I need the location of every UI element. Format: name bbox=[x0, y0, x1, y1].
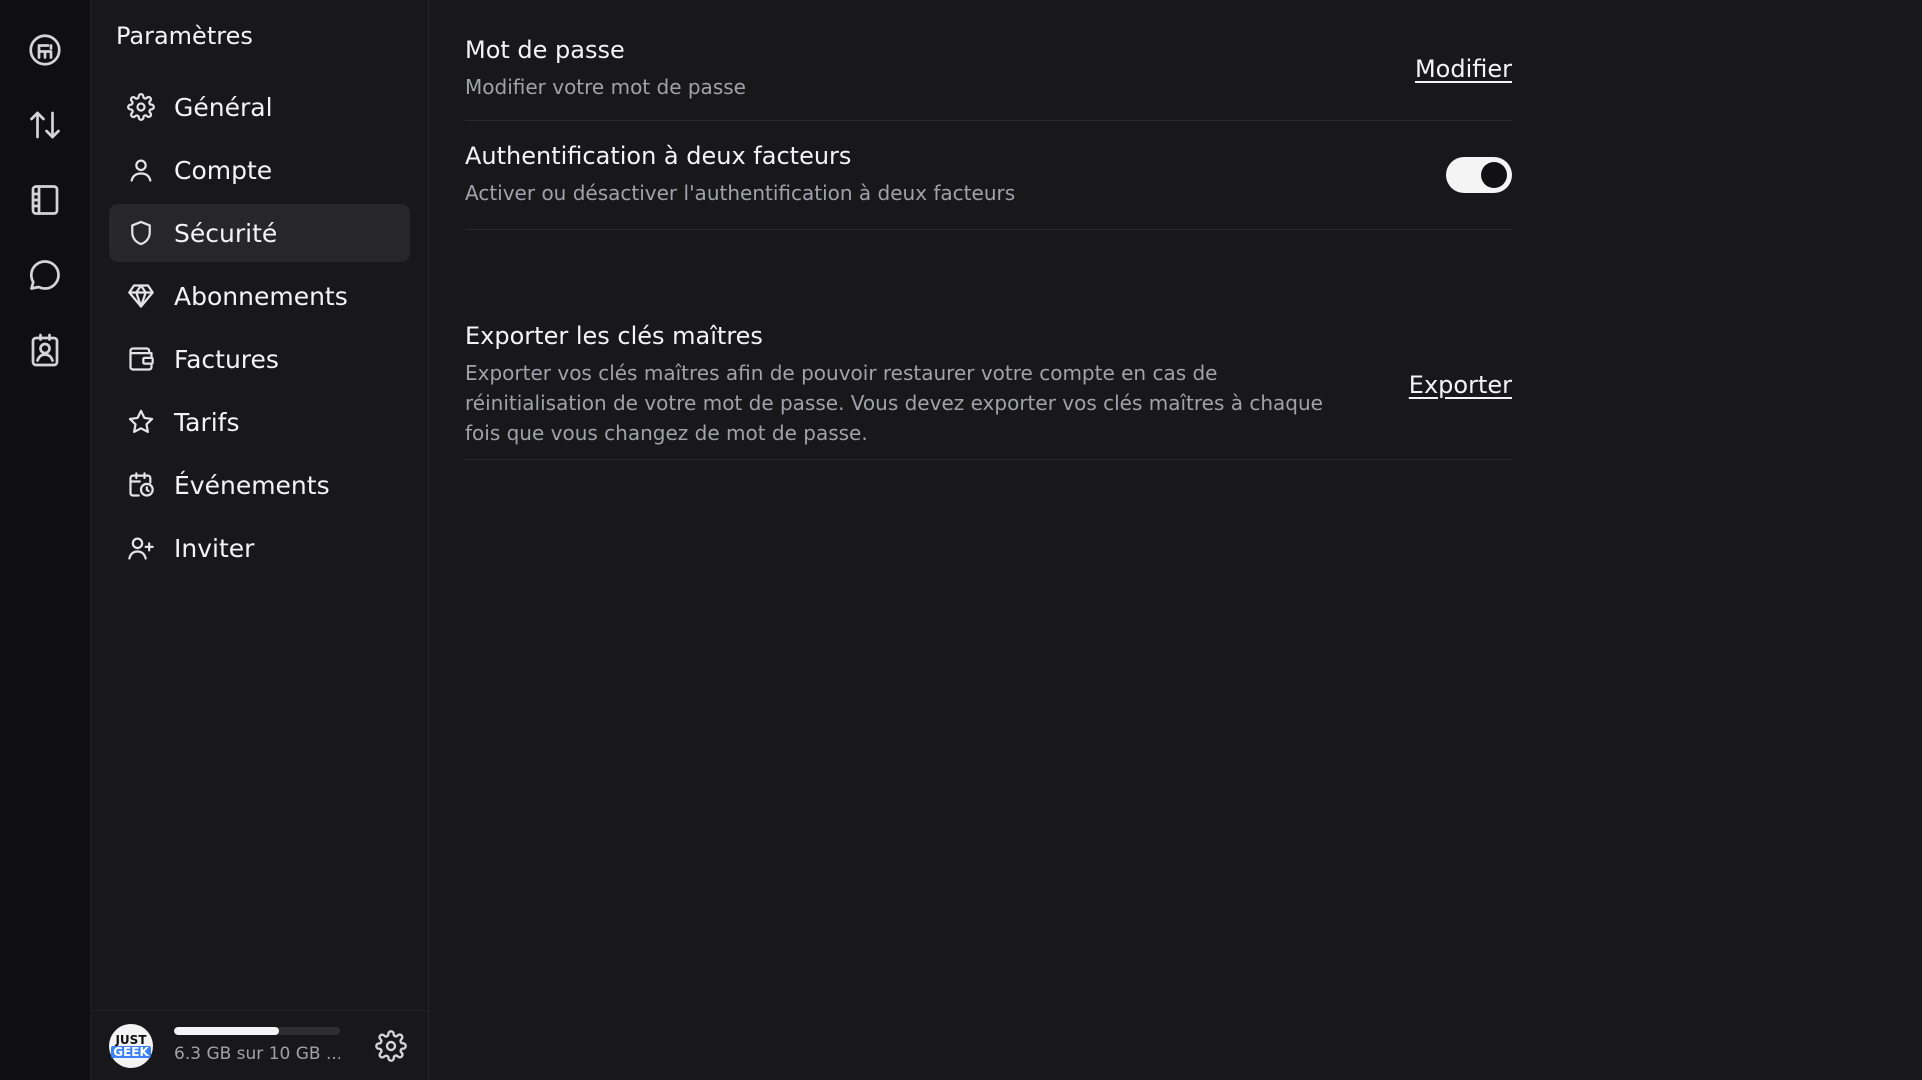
password-description: Modifier votre mot de passe bbox=[465, 75, 746, 99]
shield-icon bbox=[131, 220, 151, 246]
export-keys-link[interactable]: Exporter bbox=[1409, 371, 1512, 399]
app-logo-button[interactable] bbox=[21, 26, 69, 74]
storage-text: 6.3 GB sur 10 GB ... bbox=[174, 1044, 340, 1064]
transfers-button[interactable] bbox=[21, 101, 69, 149]
settings-sidebar: Paramètres Général Compte Sécurité Abonn… bbox=[91, 0, 429, 1080]
two-factor-title: Authentification à deux facteurs bbox=[465, 142, 852, 170]
sidebar-item-invite[interactable]: Inviter bbox=[109, 519, 410, 577]
sidebar-item-pricing[interactable]: Tarifs bbox=[109, 393, 410, 451]
chat-button[interactable] bbox=[21, 251, 69, 299]
password-text: Mot de passe Modifier votre mot de passe bbox=[465, 36, 746, 102]
sidebar-item-label: Général bbox=[174, 92, 273, 122]
security-settings-panel: Mot de passe Modifier votre mot de passe… bbox=[429, 0, 1922, 1080]
chat-icon bbox=[30, 260, 60, 290]
storage-usage: 6.3 GB sur 10 GB ... bbox=[174, 1027, 340, 1064]
export-keys-row: Exporter les clés maîtres Exporter vos c… bbox=[465, 230, 1512, 460]
contacts-button[interactable] bbox=[21, 326, 69, 374]
export-keys-text: Exporter les clés maîtres Exporter vos c… bbox=[465, 322, 1325, 448]
storage-bar-fill bbox=[174, 1027, 279, 1035]
transfer-icon bbox=[30, 111, 60, 139]
avatar-text-top: JUST bbox=[115, 1032, 147, 1047]
two-factor-toggle[interactable] bbox=[1446, 157, 1512, 193]
sidebar-item-label: Tarifs bbox=[174, 407, 240, 437]
app-logo-icon bbox=[29, 34, 61, 66]
sidebar-item-subscriptions[interactable]: Abonnements bbox=[109, 267, 410, 325]
footer-settings-button[interactable] bbox=[374, 1029, 408, 1063]
change-password-link[interactable]: Modifier bbox=[1415, 55, 1512, 83]
toggle-knob bbox=[1481, 162, 1507, 188]
export-keys-title: Exporter les clés maîtres bbox=[465, 321, 763, 350]
user-icon bbox=[130, 159, 152, 182]
sidebar-item-invoices[interactable]: Factures bbox=[109, 330, 410, 388]
gear-icon bbox=[375, 1029, 407, 1062]
icon-rail bbox=[0, 0, 91, 1080]
settings-nav: Général Compte Sécurité Abonnements Fact… bbox=[91, 60, 428, 577]
calendar-clock-icon bbox=[129, 472, 154, 497]
wallet-icon bbox=[129, 347, 154, 371]
diamond-icon bbox=[128, 284, 154, 308]
two-factor-text: Authentification à deux facteurs Activer… bbox=[465, 142, 1015, 208]
notes-button[interactable] bbox=[21, 176, 69, 224]
avatar-text-bottom: GEEK bbox=[111, 1044, 151, 1059]
export-keys-description: Exporter vos clés maîtres afin de pouvoi… bbox=[465, 360, 1323, 445]
star-icon bbox=[128, 409, 154, 434]
password-row: Mot de passe Modifier votre mot de passe… bbox=[465, 0, 1512, 121]
sidebar-item-events[interactable]: Événements bbox=[109, 456, 410, 514]
sidebar-item-label: Factures bbox=[174, 344, 279, 374]
user-plus-icon bbox=[128, 537, 154, 560]
sidebar-item-account[interactable]: Compte bbox=[109, 141, 410, 199]
notebook-icon bbox=[31, 185, 59, 215]
contact-card-icon bbox=[31, 333, 59, 367]
gear-icon bbox=[127, 93, 155, 121]
sidebar-item-security[interactable]: Sécurité bbox=[109, 204, 410, 262]
sidebar-item-label: Abonnements bbox=[174, 281, 348, 311]
storage-bar bbox=[174, 1027, 340, 1035]
sidebar-item-label: Sécurité bbox=[174, 218, 278, 248]
avatar[interactable]: JUST GEEK bbox=[109, 1023, 153, 1068]
two-factor-description: Activer ou désactiver l'authentification… bbox=[465, 181, 1016, 205]
sidebar-item-label: Événements bbox=[174, 470, 330, 500]
password-title: Mot de passe bbox=[465, 36, 625, 64]
sidebar-footer: JUST GEEK 6.3 GB sur 10 GB ... bbox=[91, 1010, 428, 1080]
two-factor-row: Authentification à deux facteurs Activer… bbox=[465, 121, 1512, 230]
sidebar-title: Paramètres bbox=[116, 22, 253, 50]
settings-content: Mot de passe Modifier votre mot de passe… bbox=[465, 0, 1512, 460]
sidebar-item-label: Compte bbox=[174, 155, 273, 185]
sidebar-item-general[interactable]: Général bbox=[109, 78, 410, 136]
app: Paramètres Général Compte Sécurité Abonn… bbox=[0, 0, 1922, 1080]
sidebar-item-label: Inviter bbox=[174, 533, 255, 563]
